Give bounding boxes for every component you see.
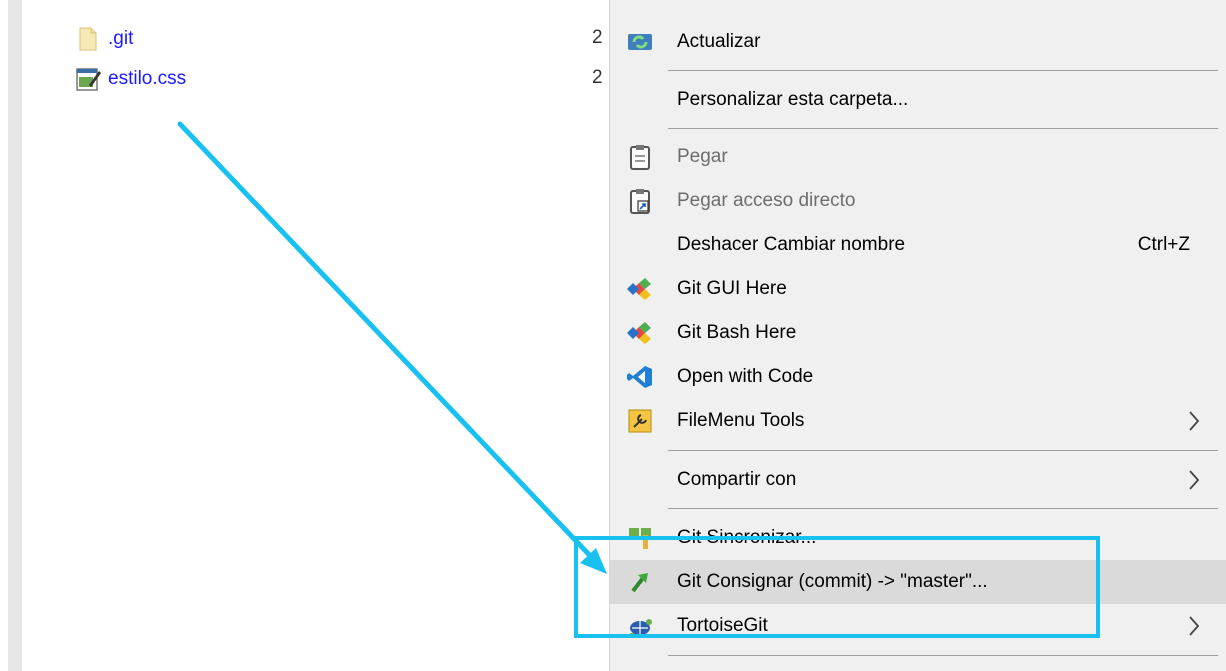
navigation-pane-scrollbar[interactable] [8, 0, 22, 671]
filemenu-icon [626, 407, 654, 435]
menu-separator [668, 128, 1218, 129]
file-name: estilo.css [108, 68, 187, 89]
menu-item-label: FileMenu Tools [677, 410, 805, 431]
menu-item-label: Personalizar esta carpeta... [677, 89, 909, 110]
vscode-icon [626, 363, 654, 391]
menu-item-label: Git Sincronizar... [677, 527, 817, 548]
menu-item-label: Compartir con [677, 469, 797, 490]
file-name: .git [108, 28, 134, 49]
menu-item-label: Git Bash Here [677, 322, 797, 343]
chevron-right-icon [1189, 470, 1200, 490]
menu-item-label: Actualizar [677, 31, 761, 52]
refresh-icon [626, 28, 654, 56]
menu-item-tortoisegit[interactable]: TortoiseGit [610, 604, 1226, 648]
menu-item-label: Git GUI Here [677, 278, 787, 299]
git-icon [626, 319, 654, 347]
file-date-truncated: 2 [592, 27, 603, 48]
menu-item-git-sincronizar[interactable]: Git Sincronizar... [610, 516, 1226, 560]
menu-item-label: Git Consignar (commit) -> "master"... [677, 571, 988, 592]
tortoisegit-icon [626, 612, 654, 640]
menu-item-label: Pegar acceso directo [677, 190, 856, 211]
file-item-git[interactable]: .git [74, 24, 133, 54]
css-file-icon [74, 65, 102, 93]
file-date-truncated: 2 [592, 67, 603, 88]
menu-item-shortcut: Ctrl+Z [1137, 234, 1190, 255]
menu-item-personalizar-carpeta[interactable]: Personalizar esta carpeta... [610, 78, 1226, 122]
menu-item-actualizar[interactable]: Actualizar [610, 20, 1226, 64]
git-sync-icon [626, 524, 654, 552]
menu-item-pegar-acceso-directo[interactable]: Pegar acceso directo [610, 179, 1226, 223]
folder-doc-icon [74, 25, 102, 53]
menu-item-label: Open with Code [677, 366, 814, 387]
git-commit-icon [626, 568, 654, 596]
menu-item-git-bash-here[interactable]: Git Bash Here [610, 311, 1226, 355]
navigation-pane-edge [0, 0, 30, 671]
menu-item-git-consignar[interactable]: Git Consignar (commit) -> "master"... [610, 560, 1226, 604]
paste-shortcut-icon [626, 187, 654, 215]
clipboard-icon [626, 143, 654, 171]
menu-item-compartir-con[interactable]: Compartir con [610, 458, 1226, 502]
chevron-right-icon [1189, 411, 1200, 431]
menu-item-pegar[interactable]: Pegar [610, 135, 1226, 179]
git-icon [626, 275, 654, 303]
menu-item-open-with-code[interactable]: Open with Code [610, 355, 1226, 399]
menu-separator [668, 508, 1218, 509]
menu-item-label: Pegar [677, 146, 728, 167]
file-item-estilo-css[interactable]: estilo.css [74, 64, 186, 94]
menu-item-deshacer-cambiar-nombre[interactable]: Deshacer Cambiar nombre Ctrl+Z [610, 223, 1226, 267]
chevron-right-icon [1189, 616, 1200, 636]
menu-item-git-gui-here[interactable]: Git GUI Here [610, 267, 1226, 311]
menu-separator [668, 70, 1218, 71]
menu-item-label: Deshacer Cambiar nombre [677, 234, 906, 255]
context-menu: Actualizar Personalizar esta carpeta... … [609, 0, 1226, 671]
menu-item-filemenu-tools[interactable]: FileMenu Tools [610, 399, 1226, 443]
menu-separator [668, 450, 1218, 451]
menu-item-label: TortoiseGit [677, 615, 768, 636]
menu-separator [668, 655, 1218, 656]
